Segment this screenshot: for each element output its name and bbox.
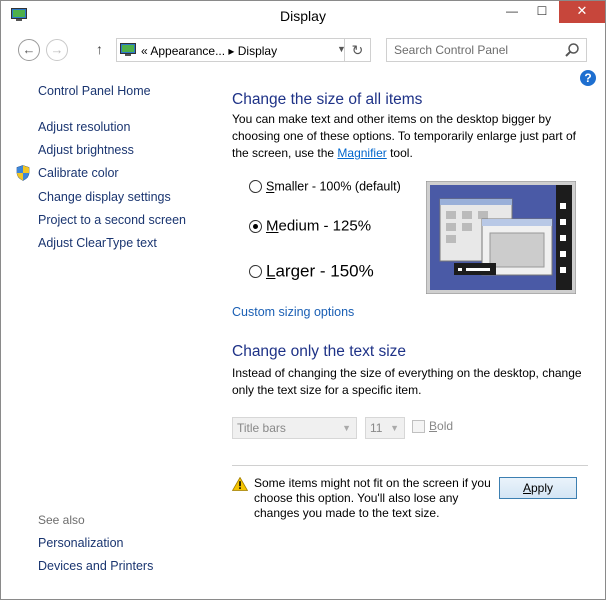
option-medium[interactable]: Medium - 125%: [249, 217, 371, 235]
search-icon[interactable]: [564, 42, 580, 58]
search-box[interactable]: [386, 38, 587, 62]
see-also-heading: See also: [38, 513, 85, 527]
sidebar-item-adjust-brightness[interactable]: Adjust brightness: [38, 143, 134, 157]
font-size-select[interactable]: 11 ▼: [365, 417, 405, 439]
size-description: You can make text and other items on the…: [232, 111, 582, 162]
refresh-icon[interactable]: ↻: [345, 38, 371, 62]
navigation-bar: ← → ↑ « Appearance... ▸ Display ▼ ↻: [1, 35, 605, 65]
size-description-end: tool.: [386, 146, 413, 160]
bold-checkbox[interactable]: [412, 420, 425, 433]
sidebar-control-panel-home[interactable]: Control Panel Home: [38, 84, 151, 98]
see-also-devices-printers[interactable]: Devices and Printers: [38, 559, 153, 573]
sidebar-item-project-second-screen[interactable]: Project to a second screen: [38, 213, 186, 227]
warning-text: Some items might not fit on the screen i…: [254, 476, 491, 520]
back-arrow-icon[interactable]: ←: [18, 39, 40, 61]
search-input[interactable]: [387, 39, 557, 61]
sidebar-item-calibrate-color[interactable]: Calibrate color: [38, 166, 119, 180]
sidebar-item-adjust-resolution[interactable]: Adjust resolution: [38, 120, 130, 134]
radio-smaller[interactable]: [249, 180, 262, 194]
warning-icon: [232, 477, 248, 491]
font-size-select-value: 11: [370, 421, 383, 435]
chevron-down-icon: ▼: [342, 423, 351, 433]
close-button[interactable]: ✕: [559, 1, 605, 23]
option-larger[interactable]: Larger - 150%: [249, 261, 374, 282]
item-select[interactable]: Title bars ▼: [232, 417, 357, 439]
heading-change-text-size: Change only the text size: [232, 343, 407, 360]
heading-change-size-all-items: Change the size of all items: [232, 91, 423, 108]
option-larger-label: Larger - 150%: [266, 261, 374, 281]
minimize-button[interactable]: —: [498, 1, 526, 23]
text-size-description: Instead of changing the size of everythi…: [232, 366, 582, 397]
sidebar-item-change-display-settings[interactable]: Change display settings: [38, 190, 171, 204]
up-arrow-icon[interactable]: ↑: [96, 41, 103, 57]
see-also-personalization[interactable]: Personalization: [38, 536, 123, 550]
bold-label: Bold: [429, 419, 454, 433]
uac-shield-icon: [16, 165, 30, 181]
display-window: Display — ☐ ✕ ← → ↑ « Appearance... ▸ Di…: [0, 0, 606, 600]
magnifier-link[interactable]: Magnifier: [337, 146, 386, 160]
option-medium-label: Medium - 125%: [266, 217, 372, 235]
address-bar[interactable]: « Appearance... ▸ Display: [116, 38, 345, 62]
radio-medium[interactable]: [249, 219, 262, 233]
control-panel-icon: [120, 43, 136, 56]
forward-arrow-icon[interactable]: →: [46, 39, 68, 61]
chevron-down-icon: ▼: [390, 423, 399, 433]
divider: [232, 465, 588, 466]
item-select-value: Title bars: [237, 421, 286, 435]
radio-larger[interactable]: [249, 265, 262, 279]
apply-button[interactable]: Apply: [499, 477, 577, 499]
help-icon[interactable]: ?: [580, 70, 596, 86]
breadcrumb[interactable]: « Appearance... ▸ Display: [141, 44, 277, 58]
option-smaller-label: Smaller - 100% (default): [266, 179, 401, 194]
option-smaller[interactable]: Smaller - 100% (default): [249, 179, 401, 194]
custom-sizing-options-link[interactable]: Custom sizing options: [232, 305, 354, 319]
display-scale-preview-image: [426, 181, 576, 294]
maximize-button[interactable]: ☐: [528, 1, 556, 23]
sidebar-item-adjust-cleartype[interactable]: Adjust ClearType text: [38, 236, 157, 250]
title-bar: Display — ☐ ✕: [1, 1, 605, 31]
